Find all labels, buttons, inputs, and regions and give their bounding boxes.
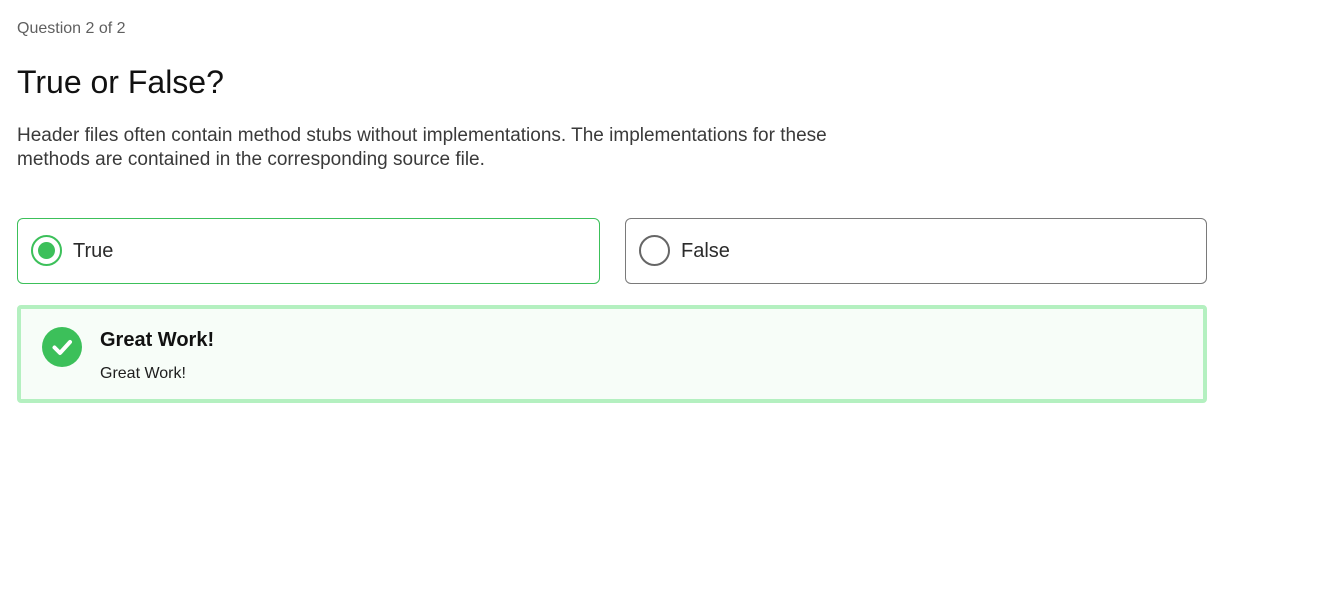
option-label: True — [73, 240, 114, 262]
question-prompt: Header files often contain method stubs … — [17, 125, 827, 170]
radio-dot — [38, 242, 55, 259]
question-progress: Question 2 of 2 — [17, 20, 126, 37]
radio-selected-icon[interactable] — [31, 235, 62, 266]
option-label: False — [681, 240, 730, 262]
feedback-title: Great Work! — [100, 329, 215, 351]
radio-unselected-icon[interactable] — [639, 235, 670, 266]
feedback-message: Great Work! — [100, 365, 186, 382]
question-title: True or False? — [17, 64, 224, 100]
check-circle-icon — [42, 327, 82, 367]
feedback-panel: Great Work! Great Work! — [17, 305, 1207, 403]
option-true[interactable]: True — [17, 218, 600, 284]
option-false[interactable]: False — [625, 218, 1207, 284]
